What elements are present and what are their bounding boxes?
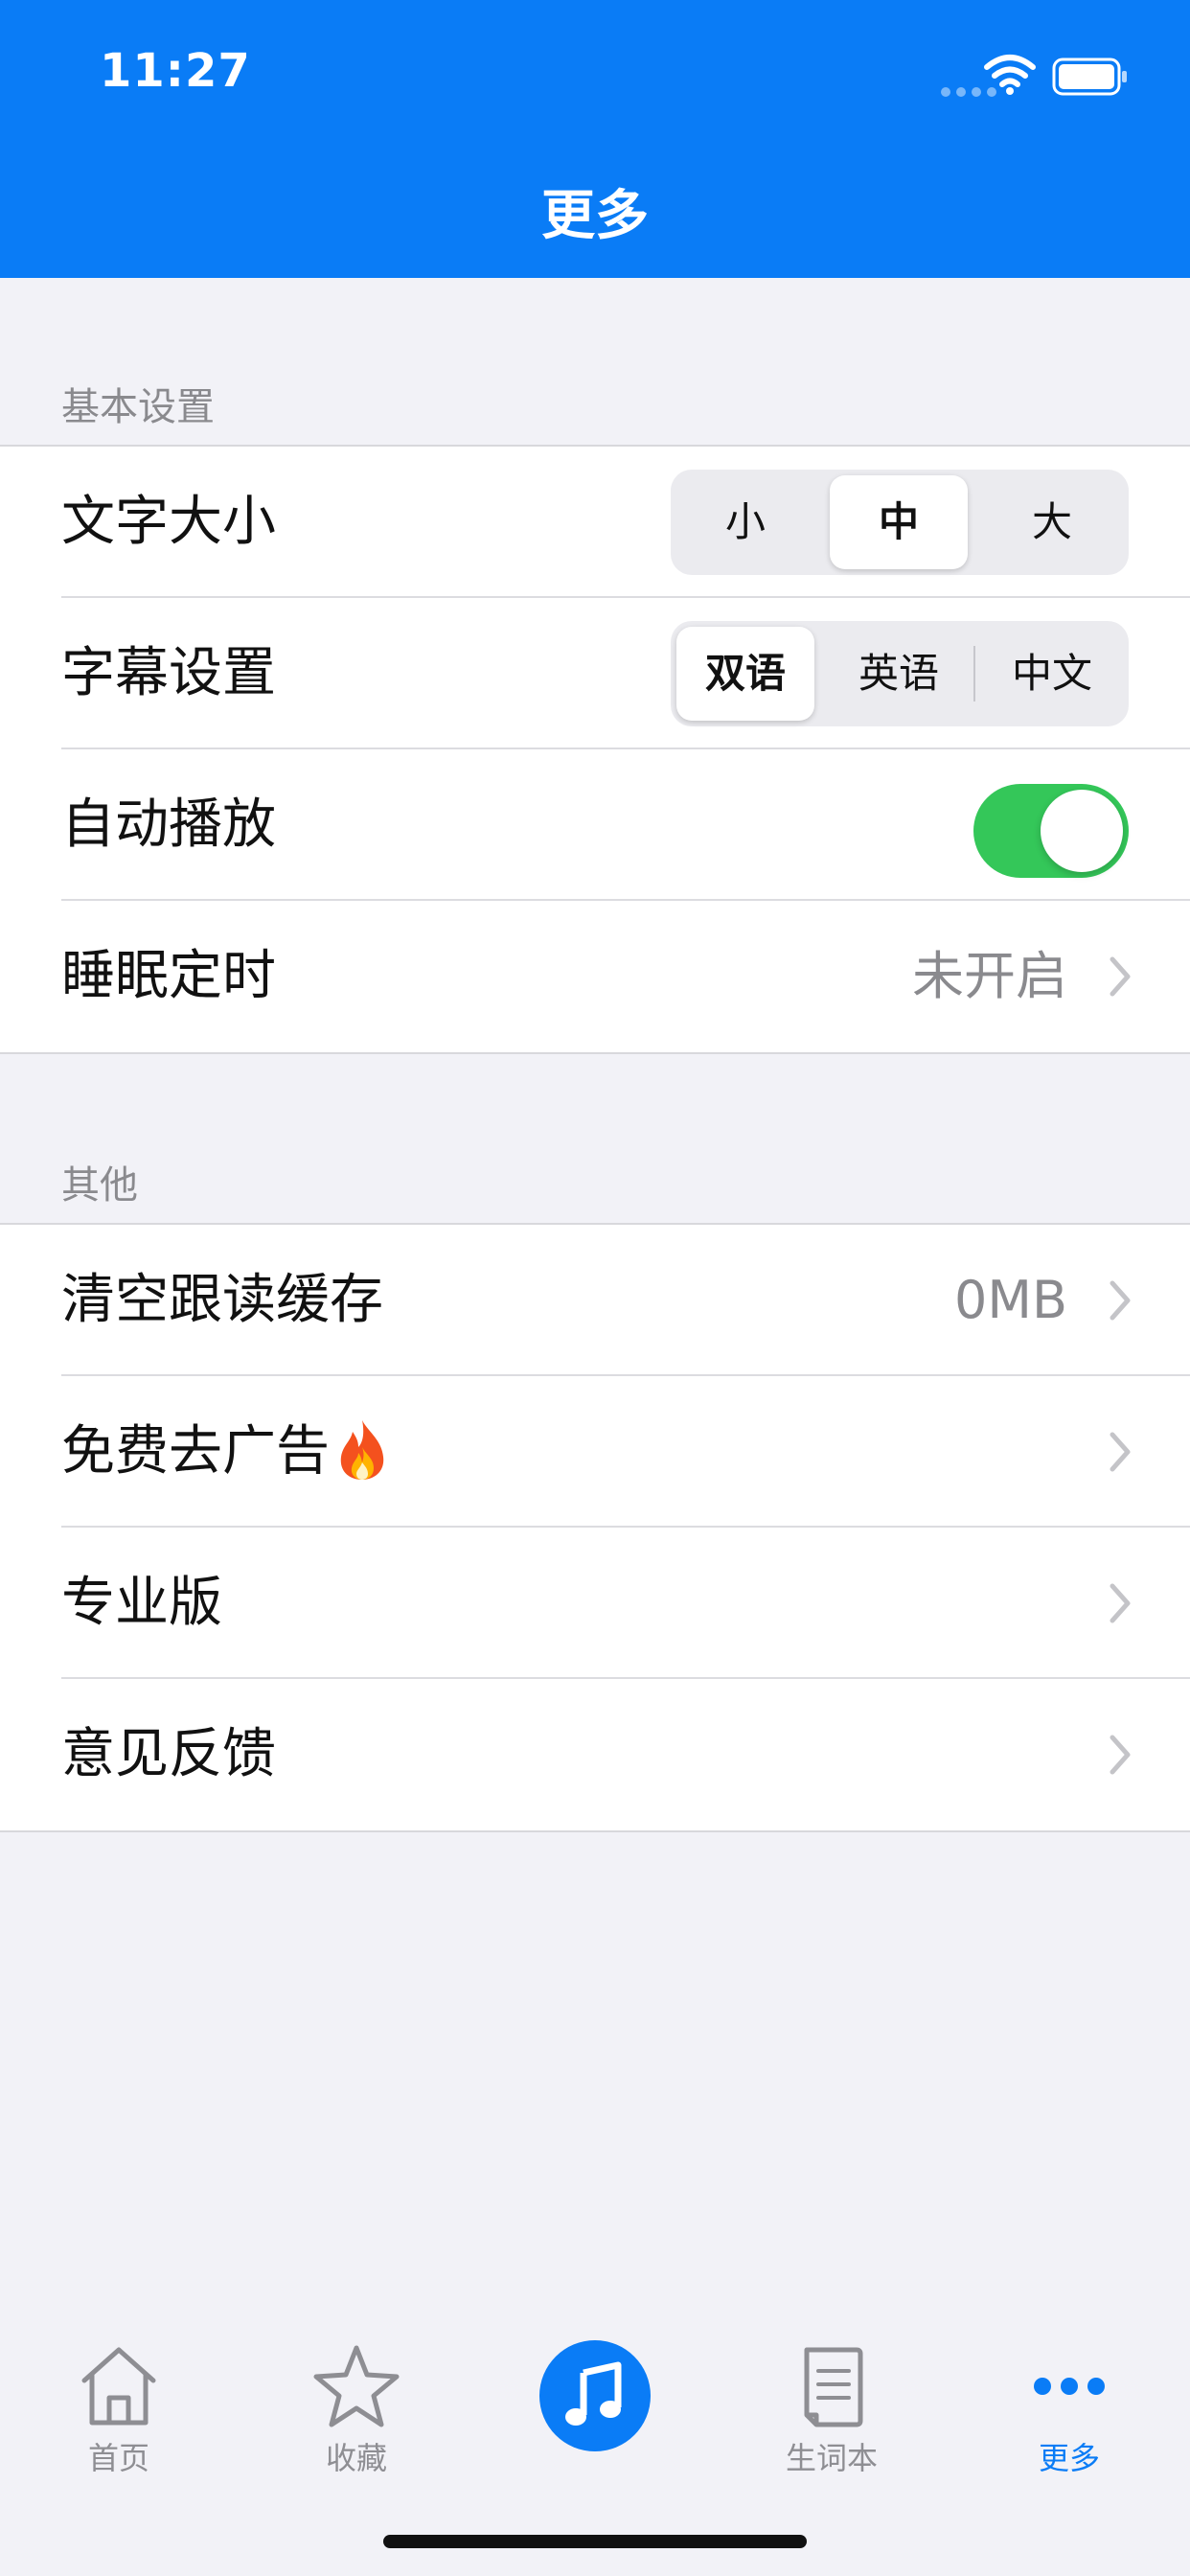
- tab-home[interactable]: 首页: [0, 2342, 238, 2486]
- wifi-icon: [984, 55, 1036, 95]
- subtitle-option-chinese[interactable]: 中文: [983, 627, 1121, 721]
- tab-more-label: 更多: [1038, 2440, 1100, 2476]
- toggle-knob: [1041, 790, 1123, 872]
- tab-more[interactable]: 更多: [950, 2342, 1188, 2486]
- clear-cache-label: 清空跟读缓存: [61, 1269, 383, 1331]
- row-clear-cache[interactable]: 清空跟读缓存 0MB: [0, 1225, 1190, 1376]
- subtitle-option-english[interactable]: 英语: [830, 627, 968, 721]
- chevron-right-icon: [1110, 1432, 1131, 1472]
- home-icon: [81, 2347, 156, 2426]
- music-note-icon: [565, 2361, 622, 2426]
- subtitle-segmented-control[interactable]: 双语 英语 中文: [671, 621, 1129, 726]
- subtitle-option-bilingual[interactable]: 双语: [676, 627, 814, 721]
- page-title: 更多: [541, 185, 649, 247]
- font-size-label: 文字大小: [61, 491, 276, 553]
- tab-vocabulary-label: 生词本: [785, 2440, 878, 2476]
- battery-icon: [1052, 58, 1127, 96]
- subtitle-label: 字幕设置: [61, 642, 276, 704]
- row-subtitle: 字幕设置 双语 英语 中文: [0, 598, 1190, 749]
- chevron-right-icon: [1110, 1735, 1131, 1775]
- tab-favorites-label: 收藏: [325, 2440, 387, 2476]
- sleep-timer-label: 睡眠定时: [61, 945, 276, 1007]
- font-size-option-medium[interactable]: 中: [830, 475, 968, 569]
- remove-ads-label-wrap: 免费去广告: [61, 1376, 389, 1528]
- autoplay-toggle[interactable]: [973, 784, 1129, 878]
- home-indicator: [383, 2535, 807, 2548]
- segment-divider: [973, 646, 975, 702]
- pro-label: 专业版: [61, 1572, 222, 1634]
- more-dots-icon: [1034, 2378, 1105, 2395]
- autoplay-label: 自动播放: [61, 794, 276, 856]
- sleep-timer-value: 未开启: [912, 946, 1067, 1006]
- font-size-option-large[interactable]: 大: [983, 475, 1121, 569]
- font-size-option-small[interactable]: 小: [676, 475, 814, 569]
- notebook-icon: [804, 2347, 863, 2427]
- row-pro[interactable]: 专业版: [0, 1528, 1190, 1679]
- status-icons: [941, 54, 1133, 97]
- tab-favorites[interactable]: 收藏: [238, 2342, 475, 2486]
- tab-home-label: 首页: [87, 2440, 149, 2476]
- tab-vocabulary[interactable]: 生词本: [713, 2342, 950, 2486]
- chevron-right-icon: [1110, 1280, 1131, 1321]
- feedback-label: 意见反馈: [61, 1723, 276, 1785]
- navigation-header: 11:27 更多: [0, 0, 1190, 278]
- settings-group-other: 清空跟读缓存 0MB 免费去广告 专业版 意见反馈: [0, 1223, 1190, 1832]
- settings-group-basic: 文字大小 小 中 大 字幕设置 双语 英语 中文 自动播放 睡眠定时 未开启: [0, 445, 1190, 1054]
- remove-ads-label: 免费去广告: [61, 1420, 330, 1483]
- section-header-other: 其他: [61, 1163, 138, 1208]
- chevron-right-icon: [1110, 956, 1131, 997]
- clear-cache-value: 0MB: [954, 1270, 1067, 1330]
- row-sleep-timer[interactable]: 睡眠定时 未开启: [0, 901, 1190, 1052]
- star-icon: [313, 2345, 400, 2427]
- row-remove-ads[interactable]: 免费去广告: [0, 1376, 1190, 1528]
- font-size-segmented-control[interactable]: 小 中 大: [671, 470, 1129, 575]
- row-font-size: 文字大小 小 中 大: [0, 447, 1190, 598]
- section-header-basic: 基本设置: [61, 385, 215, 429]
- chevron-right-icon: [1110, 1583, 1131, 1623]
- row-feedback[interactable]: 意见反馈: [0, 1679, 1190, 1830]
- status-time: 11:27: [100, 44, 251, 98]
- row-autoplay: 自动播放: [0, 749, 1190, 901]
- player-button[interactable]: [539, 2340, 651, 2451]
- fire-icon: [340, 1419, 384, 1480]
